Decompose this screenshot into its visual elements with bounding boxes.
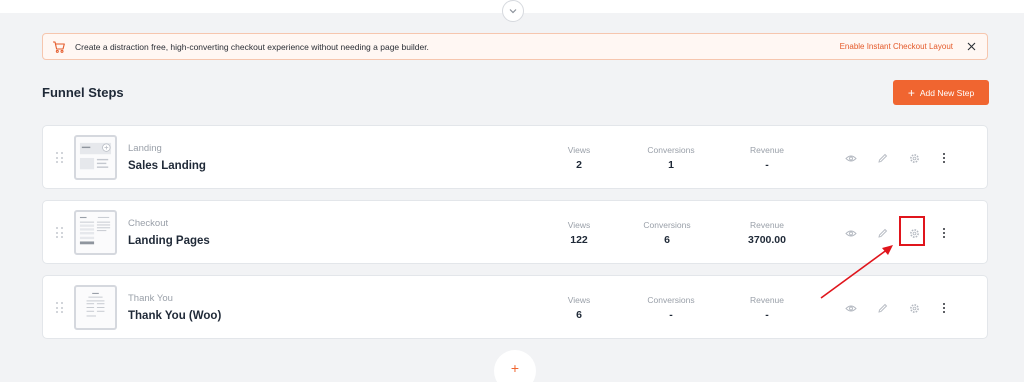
drag-handle-icon[interactable] bbox=[56, 152, 64, 164]
step-thumbnail bbox=[74, 135, 117, 180]
views-value: 2 bbox=[576, 159, 582, 171]
revenue-stat: Revenue 3700.00 bbox=[722, 220, 812, 246]
conversions-stat: Conversions 1 bbox=[626, 145, 716, 171]
step-type: Thank You bbox=[128, 293, 173, 304]
views-stat: Views 122 bbox=[534, 220, 624, 246]
revenue-value: 3700.00 bbox=[748, 234, 786, 246]
conversions-label: Conversions bbox=[643, 220, 691, 230]
cart-icon bbox=[52, 40, 66, 54]
eye-icon[interactable] bbox=[844, 151, 858, 165]
views-stat: Views 6 bbox=[534, 295, 624, 321]
plus-icon: + bbox=[907, 85, 915, 100]
views-value: 6 bbox=[576, 309, 582, 321]
conversions-stat: Conversions - bbox=[626, 295, 716, 321]
step-name[interactable]: Thank You (Woo) bbox=[128, 310, 221, 322]
step-name[interactable]: Sales Landing bbox=[128, 160, 206, 172]
instant-checkout-notice: Create a distraction free, high-converti… bbox=[42, 33, 988, 60]
revenue-label: Revenue bbox=[749, 295, 785, 305]
page-title: Funnel Steps bbox=[42, 85, 124, 100]
notice-text: Create a distraction free, high-converti… bbox=[75, 41, 429, 52]
pencil-icon[interactable] bbox=[875, 226, 889, 240]
gear-icon[interactable] bbox=[907, 226, 921, 240]
revenue-value: - bbox=[765, 309, 769, 321]
funnel-step-card: Landing Sales Landing Views 2 Conversion… bbox=[42, 125, 988, 189]
step-type: Landing bbox=[128, 143, 162, 154]
step-name[interactable]: Landing Pages bbox=[128, 235, 210, 247]
views-stat: Views 2 bbox=[534, 145, 624, 171]
revenue-label: Revenue bbox=[749, 145, 785, 155]
conversions-value: - bbox=[669, 309, 673, 321]
conversions-value: 6 bbox=[664, 234, 670, 246]
revenue-value: - bbox=[765, 159, 769, 171]
drag-handle-icon[interactable] bbox=[56, 302, 64, 314]
conversions-label: Conversions bbox=[647, 145, 695, 155]
conversions-stat: Conversions 6 bbox=[622, 220, 712, 246]
revenue-label: Revenue bbox=[749, 220, 785, 230]
more-vertical-icon[interactable] bbox=[941, 301, 947, 315]
views-value: 122 bbox=[570, 234, 588, 246]
revenue-stat: Revenue - bbox=[722, 145, 812, 171]
pencil-icon[interactable] bbox=[875, 151, 889, 165]
step-thumbnail bbox=[74, 210, 117, 255]
add-new-step-button[interactable]: + Add New Step bbox=[893, 80, 989, 105]
eye-icon[interactable] bbox=[844, 226, 858, 240]
conversions-value: 1 bbox=[668, 159, 674, 171]
add-step-circle-button[interactable]: + bbox=[494, 350, 536, 382]
add-new-step-label: Add New Step bbox=[919, 87, 975, 98]
conversions-label: Conversions bbox=[647, 295, 695, 305]
views-label: Views bbox=[567, 220, 591, 230]
step-thumbnail bbox=[74, 285, 117, 330]
drag-handle-icon[interactable] bbox=[56, 227, 64, 239]
plus-icon: + bbox=[510, 360, 520, 376]
more-vertical-icon[interactable] bbox=[941, 151, 947, 165]
gear-icon[interactable] bbox=[907, 151, 921, 165]
funnel-step-card: Thank You Thank You (Woo) Views 6 Conver… bbox=[42, 275, 988, 339]
funnel-step-card: Checkout Landing Pages Views 122 Convers… bbox=[42, 200, 988, 264]
revenue-stat: Revenue - bbox=[722, 295, 812, 321]
more-vertical-icon[interactable] bbox=[941, 226, 947, 240]
views-label: Views bbox=[567, 295, 591, 305]
close-icon[interactable] bbox=[965, 41, 977, 53]
gear-icon[interactable] bbox=[907, 301, 921, 315]
views-label: Views bbox=[567, 145, 591, 155]
pencil-icon[interactable] bbox=[875, 301, 889, 315]
step-type: Checkout bbox=[128, 218, 169, 229]
enable-instant-checkout-link[interactable]: Enable Instant Checkout Layout bbox=[840, 42, 953, 51]
chevron-down-icon bbox=[509, 9, 517, 14]
eye-icon[interactable] bbox=[844, 301, 858, 315]
collapse-toggle-button[interactable] bbox=[502, 0, 524, 22]
